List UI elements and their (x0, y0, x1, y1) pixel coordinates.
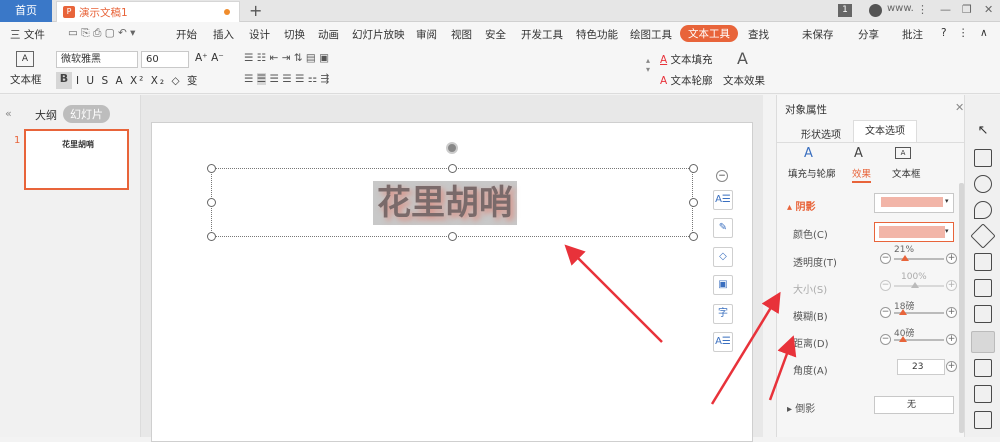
arrow-to-text (564, 244, 663, 343)
arrow-to-angle (768, 335, 797, 401)
arrow-to-distance (710, 291, 781, 405)
annotation-arrows (564, 244, 797, 405)
